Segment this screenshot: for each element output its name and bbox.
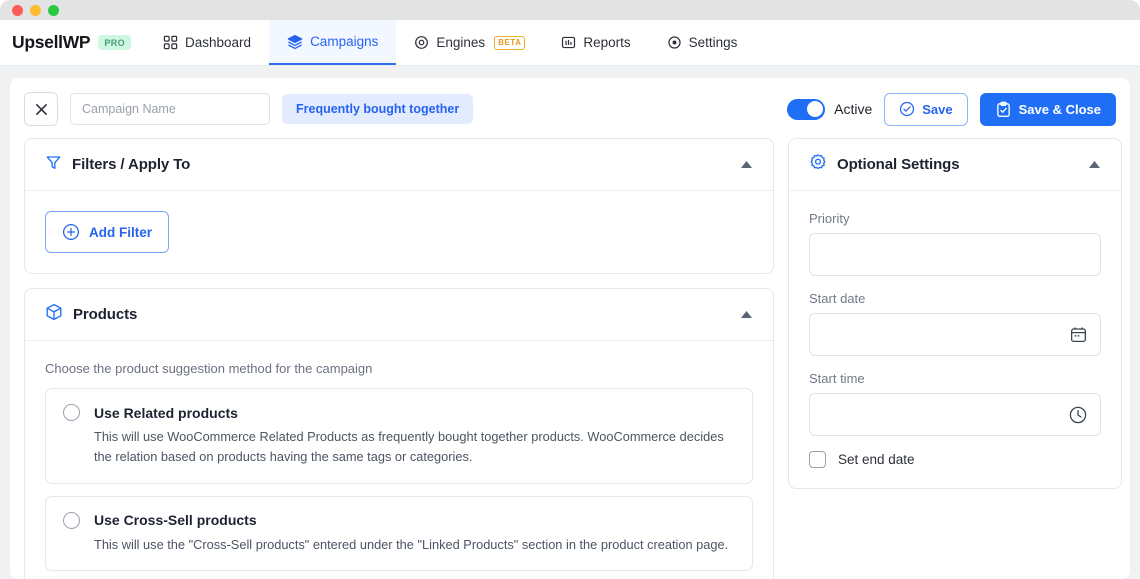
priority-label: Priority (809, 211, 850, 226)
products-card-title: Products (73, 306, 138, 323)
save-button[interactable]: Save (884, 92, 968, 126)
products-card-header: Products (25, 289, 773, 341)
start-time-label: Start time (809, 371, 865, 386)
close-icon (35, 103, 47, 115)
clipboard-check-icon (996, 101, 1010, 117)
option-header: Use Related products (63, 404, 735, 421)
clock-icon[interactable] (1068, 405, 1088, 425)
collapse-optional-settings-chevron-up-icon[interactable] (1088, 160, 1101, 169)
pro-badge: PRO (98, 35, 132, 50)
save-close-button[interactable]: Save & Close (979, 92, 1116, 126)
optional-settings-body: Priority Start date Start time Set end d… (789, 191, 1121, 488)
products-hint: Choose the product suggestion method for… (45, 361, 373, 376)
bar-chart-icon (561, 35, 576, 50)
grid-icon (163, 35, 178, 50)
nav-item-settings[interactable]: Settings (649, 20, 756, 65)
start-time-input[interactable] (809, 393, 1101, 436)
option-description: This will use WooCommerce Related Produc… (94, 429, 724, 464)
option-title: Use Related products (94, 404, 238, 421)
nav-item-reports[interactable]: Reports (543, 20, 648, 65)
right-column: Optional Settings Priority Start date St… (788, 138, 1122, 579)
layers-icon (287, 34, 303, 50)
window-titlebar (0, 0, 1140, 20)
status-toggle-group[interactable]: Active (787, 98, 873, 120)
gear-icon (809, 153, 827, 176)
campaign-type-chip: Frequently bought together (282, 94, 474, 124)
optional-settings-title: Optional Settings (837, 156, 960, 173)
nav-items: Dashboard Campaigns Engines BETA Reports… (145, 20, 755, 65)
product-method-option-crosssell[interactable]: Use Cross-Sell products This will use th… (45, 495, 753, 572)
target-icon (414, 35, 429, 50)
add-filter-label: Add Filter (89, 224, 152, 240)
main-columns: Filters / Apply To Add Filter Products C… (24, 138, 1122, 579)
filters-card-title: Filters / Apply To (72, 156, 191, 173)
campaign-action-bar: Frequently bought together Active Save (24, 92, 1116, 138)
optional-settings-header: Optional Settings (789, 139, 1121, 191)
brand-logo: UpsellWP PRO (12, 20, 145, 65)
action-buttons-group: Active Save Save & Close (787, 92, 1116, 126)
plus-circle-icon (62, 223, 80, 241)
nav-item-dashboard[interactable]: Dashboard (145, 20, 269, 65)
optional-settings-card: Optional Settings Priority Start date St… (788, 138, 1122, 489)
option-header: Use Cross-Sell products (63, 511, 735, 529)
collapse-products-chevron-up-icon[interactable] (740, 310, 753, 319)
campaign-name-input[interactable] (70, 93, 270, 125)
products-card-body: Choose the product suggestion method for… (25, 341, 773, 579)
filters-card-body: Add Filter (25, 191, 773, 273)
start-date-input[interactable] (809, 313, 1101, 356)
close-campaign-button[interactable] (24, 92, 58, 126)
set-end-date-row[interactable]: Set end date (809, 451, 1101, 468)
products-card: Products Choose the product suggestion m… (24, 288, 774, 579)
product-method-option-related[interactable]: Use Related products This will use WooCo… (45, 388, 753, 484)
active-toggle[interactable] (787, 98, 826, 120)
set-end-date-checkbox[interactable] (809, 451, 826, 468)
option-title: Use Cross-Sell products (94, 512, 257, 529)
package-icon (45, 303, 63, 326)
top-navigation: UpsellWP PRO Dashboard Campaigns Engines… (0, 20, 1140, 66)
check-circle-icon (900, 101, 915, 117)
nav-item-label: Settings (688, 35, 738, 50)
save-close-button-label: Save & Close (1018, 101, 1101, 117)
radio-use-cross-sell-products[interactable] (63, 511, 80, 529)
nav-item-label: Dashboard (185, 35, 252, 50)
nav-item-engines[interactable]: Engines BETA (396, 20, 543, 65)
active-toggle-label: Active (834, 101, 873, 117)
collapse-filters-chevron-up-icon[interactable] (740, 160, 753, 169)
beta-badge: BETA (494, 35, 526, 50)
nav-item-label: Engines (436, 35, 486, 50)
page-background: Frequently bought together Active Save (0, 66, 1140, 579)
set-end-date-label: Set end date (838, 452, 915, 467)
nav-item-campaigns[interactable]: Campaigns (269, 20, 397, 65)
start-date-label: Start date (809, 291, 866, 306)
filters-card-header: Filters / Apply To (25, 139, 773, 191)
priority-input[interactable] (809, 233, 1101, 276)
nav-item-label: Reports (583, 35, 631, 50)
add-filter-button[interactable]: Add Filter (45, 211, 169, 253)
content-sheet: Frequently bought together Active Save (10, 78, 1130, 579)
brand-name: UpsellWP (12, 32, 91, 52)
left-column: Filters / Apply To Add Filter Products C… (24, 138, 774, 579)
window-minimize-button[interactable] (30, 4, 41, 16)
filter-icon (45, 154, 62, 176)
radio-use-related-products[interactable] (63, 404, 80, 421)
filters-card: Filters / Apply To Add Filter (24, 138, 774, 274)
window-close-button[interactable] (12, 4, 23, 16)
window-zoom-button[interactable] (48, 4, 59, 16)
gear-icon (667, 35, 682, 50)
calendar-icon[interactable] (1069, 325, 1088, 344)
save-button-label: Save (922, 101, 953, 117)
nav-item-label: Campaigns (310, 34, 379, 49)
option-description: This will use the "Cross-Sell products" … (94, 536, 729, 552)
